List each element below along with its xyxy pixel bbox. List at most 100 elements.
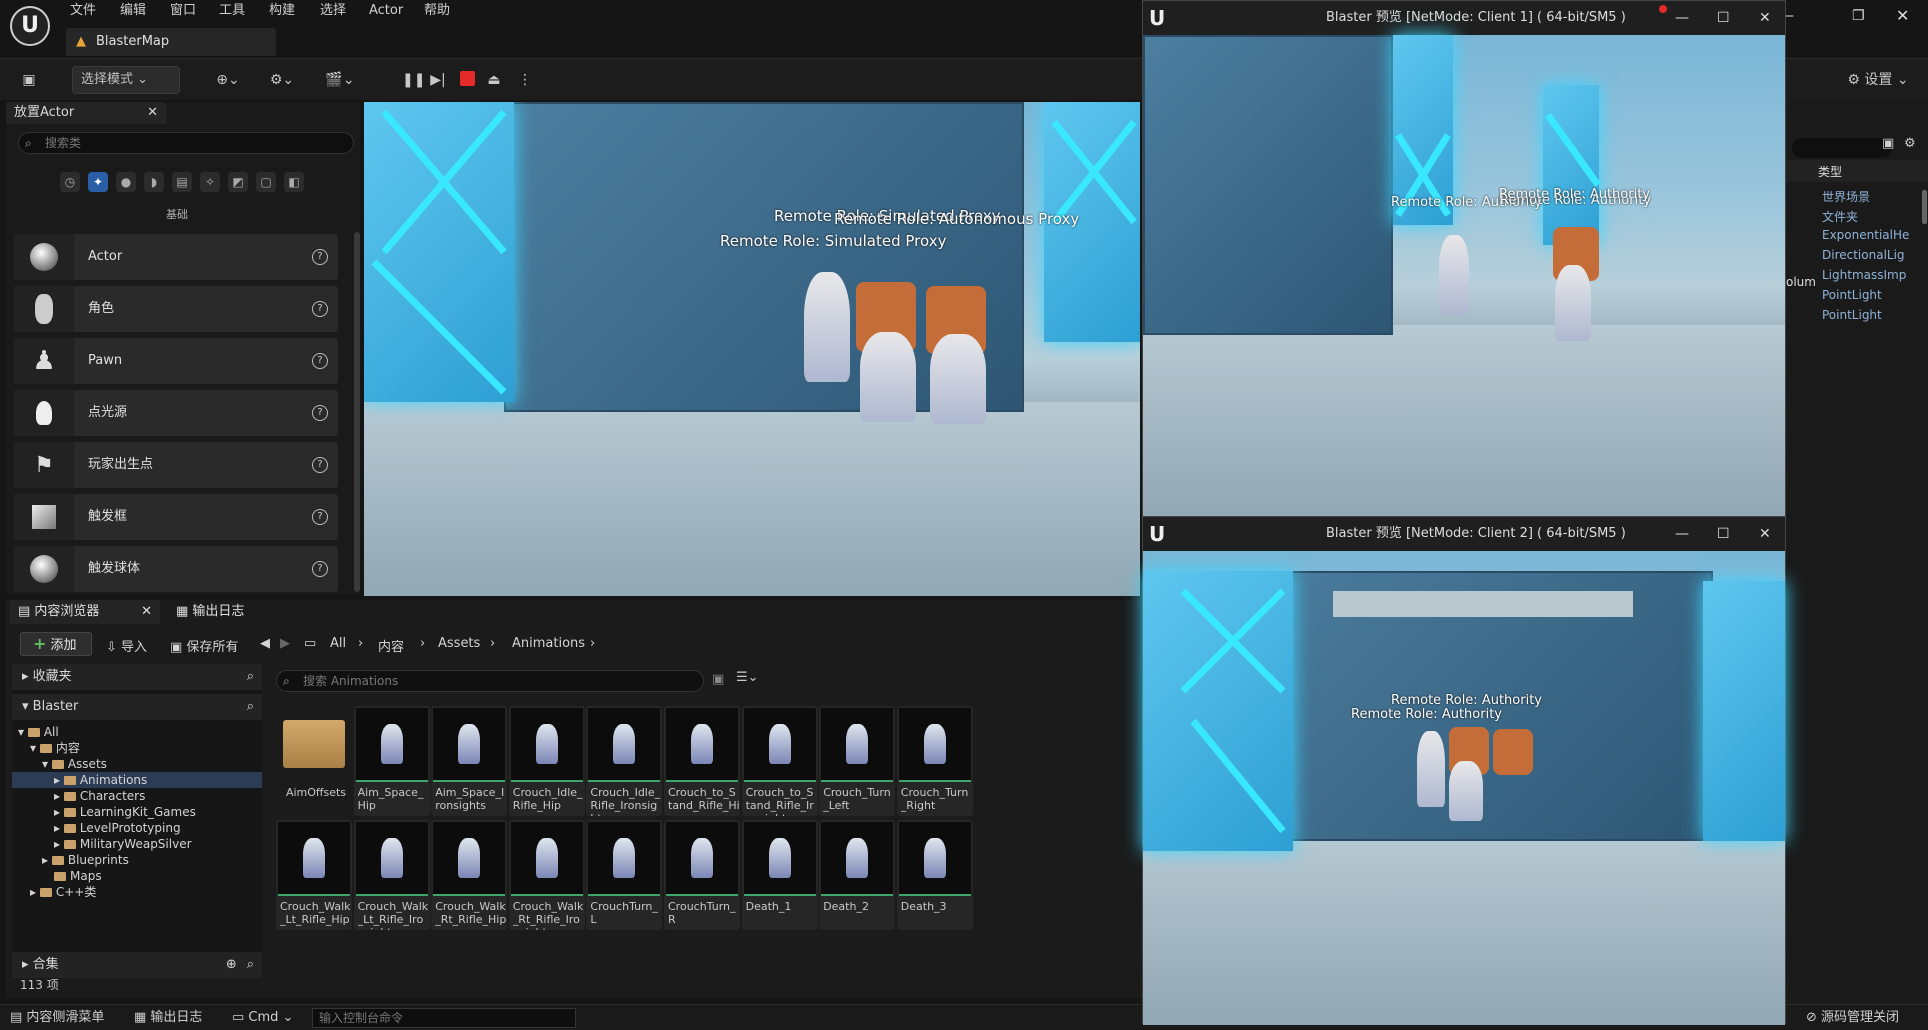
breadcrumb-assets[interactable]: Assets — [438, 636, 480, 651]
menu-window[interactable]: 窗口 — [170, 0, 196, 24]
back-icon[interactable]: ◀ — [260, 636, 270, 651]
blueprint-icon[interactable]: ⚙⌄ — [264, 66, 300, 94]
help-icon[interactable]: ? — [312, 353, 328, 369]
source-control-button[interactable]: ⊘ 源码管理关闭 — [1806, 1009, 1899, 1027]
point-light-item[interactable]: 点光源? — [14, 390, 338, 436]
trigger-box-item[interactable]: 触发框? — [14, 494, 338, 540]
asset-tile[interactable]: Crouch_Idle_Rifle_Ironsights — [586, 706, 663, 816]
asset-tile[interactable]: Crouch_Walk_Lt_Rifle_Ironsights — [353, 820, 430, 930]
help-icon[interactable]: ? — [312, 509, 328, 525]
pause-icon[interactable]: ❚❚ — [402, 66, 425, 94]
actor-search-input[interactable]: ⌕ 搜索类 — [18, 132, 354, 154]
console-input[interactable]: 输入控制台命令 — [312, 1008, 576, 1028]
volumes-icon[interactable]: ▢ — [256, 172, 276, 192]
tree-node[interactable]: ▾ All — [12, 724, 262, 740]
asset-tile[interactable]: Crouch_Walk_Rt_Rifle_Hip — [431, 820, 508, 930]
add-actor-icon[interactable]: ⊕⌄ — [210, 66, 246, 94]
select-mode-dropdown[interactable]: 选择模式 ⌄ — [72, 66, 180, 94]
tree-node[interactable]: ▾ 内容 — [12, 740, 262, 756]
breadcrumb-all[interactable]: All — [330, 636, 346, 651]
project-section[interactable]: ▾ Blaster ⌕ — [12, 694, 262, 720]
close-icon[interactable]: ✕ — [1759, 517, 1771, 551]
cmd-dropdown[interactable]: ▭ Cmd ⌄ — [232, 1009, 293, 1027]
add-button[interactable]: + 添加 — [20, 632, 92, 656]
menu-edit[interactable]: 编辑 — [120, 0, 146, 24]
close-icon[interactable]: ✕ — [1759, 1, 1771, 35]
maximize-icon[interactable]: ☐ — [1717, 1, 1730, 35]
client2-viewport[interactable]: Remote Role: Authority Remote Role: Auth… — [1143, 551, 1785, 1025]
player-start-item[interactable]: ⚑ 玩家出生点? — [14, 442, 338, 488]
settings-icon[interactable]: ⚙ — [1904, 136, 1916, 151]
import-button[interactable]: ⇩ 导入 — [106, 636, 147, 655]
outliner-scrollbar[interactable] — [1922, 190, 1927, 224]
breadcrumb-animations[interactable]: Animations — [512, 636, 585, 651]
menu-help[interactable]: 帮助 — [424, 0, 450, 24]
tree-node[interactable]: Maps — [12, 868, 262, 884]
add-collection-icon[interactable]: ⊕ — [226, 952, 237, 978]
close-tab-icon[interactable]: ✕ — [141, 600, 152, 624]
tree-node[interactable]: ▸ C++类 — [12, 884, 262, 900]
save-icon[interactable]: ▣ — [18, 66, 40, 94]
geometry-icon[interactable]: ◩ — [228, 172, 248, 192]
basic-category-icon[interactable]: ✦ — [88, 172, 108, 192]
asset-tile[interactable]: Crouch_to_Stand_Rifle_Hip — [664, 706, 740, 816]
close-tab-icon[interactable]: ✕ — [147, 102, 158, 124]
save-all-button[interactable]: ▣ 保存所有 — [170, 636, 238, 655]
content-drawer-button[interactable]: ▤ 内容侧滑菜单 — [10, 1009, 104, 1027]
folder-icon[interactable]: ▭ — [304, 636, 316, 651]
asset-tile[interactable]: Death_2 — [819, 820, 896, 930]
place-actors-tab[interactable]: 放置Actor ✕ — [6, 102, 166, 124]
content-browser-tab[interactable]: ▤ 内容浏览器 ✕ — [10, 600, 160, 624]
help-icon[interactable]: ? — [312, 301, 328, 317]
favorites-section[interactable]: ▸ 收藏夹 ⌕ — [12, 664, 262, 690]
asset-tile[interactable]: CrouchTurn_R — [664, 820, 740, 930]
menu-select[interactable]: 选择 — [320, 0, 346, 24]
tree-node[interactable]: ▸ LevelPrototyping — [12, 820, 262, 836]
level-viewport[interactable]: Remote Role: Simulated Proxy Remote Role… — [364, 102, 1140, 596]
cinematics-icon[interactable]: 🎬⌄ — [320, 66, 360, 94]
shapes-icon[interactable]: ◗ — [144, 172, 164, 192]
stop-icon[interactable] — [460, 71, 475, 86]
menu-file[interactable]: 文件 — [70, 0, 96, 24]
maximize-icon[interactable]: ☐ — [1717, 517, 1730, 551]
tree-node[interactable]: ▸ Characters — [12, 788, 262, 804]
help-icon[interactable]: ? — [312, 249, 328, 265]
restore-icon[interactable]: ❐ — [1852, 8, 1865, 24]
more-options-icon[interactable]: ⋮ — [518, 66, 532, 94]
forward-icon[interactable]: ▶ — [280, 636, 290, 651]
save-search-icon[interactable]: ▣ — [712, 672, 724, 687]
asset-tile[interactable]: Death_1 — [741, 820, 818, 930]
asset-tile[interactable]: Aim_Space_Ironsights — [431, 706, 508, 816]
asset-tile[interactable]: Crouch_Idle_Rifle_Hip — [508, 706, 585, 816]
all-classes-icon[interactable]: ◧ — [284, 172, 304, 192]
level-tab[interactable]: ▲ BlasterMap — [66, 28, 276, 56]
close-icon[interactable]: ✕ — [1896, 6, 1909, 25]
menu-tools[interactable]: 工具 — [219, 0, 245, 24]
breadcrumb-content[interactable]: 内容 — [378, 636, 404, 655]
minimize-icon[interactable]: — — [1675, 1, 1689, 35]
add-folder-icon[interactable]: ▣ — [1882, 136, 1894, 151]
asset-tile[interactable]: Crouch_Turn_Left — [819, 706, 896, 816]
client1-titlebar[interactable]: U Blaster 预览 [NetMode: Client 1] ( 64-bi… — [1143, 1, 1785, 35]
asset-search-input[interactable]: ⌕ 搜索 Animations — [276, 670, 704, 692]
help-icon[interactable]: ? — [312, 405, 328, 421]
menu-actor[interactable]: Actor — [369, 0, 403, 24]
eject-icon[interactable]: ⏏ — [484, 66, 504, 94]
recent-icon[interactable]: ◷ — [60, 172, 80, 192]
tree-node-selected[interactable]: ▸ Animations — [12, 772, 262, 788]
actor-item[interactable]: Actor? — [14, 234, 338, 280]
search-icon[interactable]: ⌕ — [247, 694, 254, 720]
asset-tile[interactable]: Aim_Space_Hip — [353, 706, 430, 816]
asset-tile[interactable]: CrouchTurn_L — [586, 820, 663, 930]
character-item[interactable]: 角色? — [14, 286, 338, 332]
asset-tile[interactable]: Crouch_to_Stand_Rifle_Ironsights — [741, 706, 818, 816]
client2-titlebar[interactable]: U Blaster 预览 [NetMode: Client 2] ( 64-bi… — [1143, 517, 1785, 551]
tree-node[interactable]: ▸ MilitaryWeapSilver — [12, 836, 262, 852]
output-log-tab[interactable]: ▦ 输出日志 — [176, 600, 244, 624]
asset-tile[interactable]: Crouch_Walk_Rt_Rifle_Ironsights — [508, 820, 585, 930]
filter-icon[interactable]: ☰⌄ — [736, 670, 759, 685]
type-column-header[interactable]: 类型 — [1818, 163, 1842, 180]
minimize-icon[interactable]: — — [1675, 517, 1689, 551]
panel-scrollbar[interactable] — [354, 232, 360, 592]
output-log-button[interactable]: ▦ 输出日志 — [134, 1009, 202, 1027]
